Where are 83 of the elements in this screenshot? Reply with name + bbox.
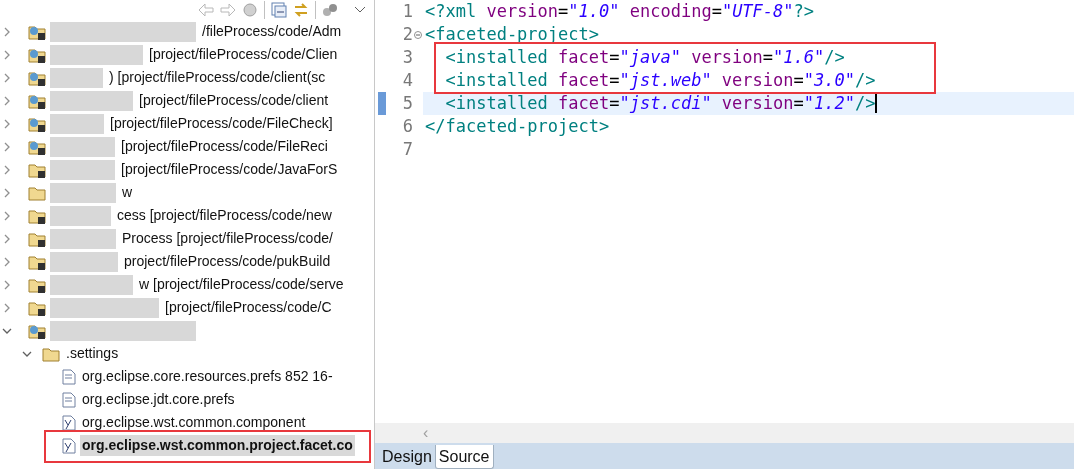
code-line: <installed facet="jst.cdi" version="1.2"/> <box>444 91 876 115</box>
project-folder-icon <box>28 322 46 339</box>
tree-item-label[interactable]: ) [project/fileProcess/code/client(sc <box>107 67 328 88</box>
tree-item-label[interactable]: [project/fileProcess/code/JavaForS <box>119 159 340 180</box>
fold-toggle-icon[interactable] <box>414 30 422 39</box>
back-arrow-icon[interactable] <box>198 3 214 17</box>
project-folder-icon <box>28 69 46 86</box>
collapsed-chevron-icon[interactable] <box>3 141 11 152</box>
project-folder-icon <box>28 92 46 109</box>
xml-file-icon <box>62 414 76 431</box>
code-line: <installed facet="jst.web" version="3.0"/> <box>444 68 876 92</box>
line-number: 3 <box>401 45 413 69</box>
collapsed-chevron-icon[interactable] <box>3 187 11 198</box>
line-number: 4 <box>401 68 413 92</box>
tree-item-label[interactable]: cess [project/fileProcess/code/new <box>115 205 334 226</box>
circles-icon[interactable] <box>322 2 338 18</box>
collapse-all-icon[interactable] <box>271 2 287 18</box>
collapsed-chevron-icon[interactable] <box>3 72 11 83</box>
code-line: <faceted-project> <box>425 22 599 46</box>
collapsed-chevron-icon[interactable] <box>3 256 11 267</box>
tree-item-label[interactable]: .settings <box>64 343 121 364</box>
editor-tab[interactable]: Source <box>434 445 494 469</box>
project-folder-icon <box>28 230 46 247</box>
tree-item-label[interactable]: org.eclipse.wst.common.project.facet.co <box>80 435 355 456</box>
forward-arrow-icon[interactable] <box>220 3 236 17</box>
collapsed-chevron-icon[interactable] <box>3 49 11 60</box>
redacted-area <box>50 205 111 226</box>
tree-item-label[interactable]: [project/fileProcess/code/Clien <box>147 44 340 65</box>
project-folder-icon <box>28 138 46 155</box>
redacted-area <box>50 113 104 134</box>
text-cursor <box>875 94 878 113</box>
code-line: <?xml version="1.0" encoding="UTF-8"?> <box>425 0 815 23</box>
project-folder-icon <box>28 276 46 293</box>
project-folder-icon <box>28 161 46 178</box>
project-folder-icon <box>28 23 46 40</box>
redacted-area <box>50 182 116 203</box>
project-folder-icon <box>28 207 46 224</box>
tree-item-label[interactable]: [project/fileProcess/code/FileReci <box>119 136 330 157</box>
collapsed-chevron-icon[interactable] <box>3 210 11 221</box>
tree-item-label[interactable]: [project/fileProcess/code/client <box>137 90 331 111</box>
tree-item-label[interactable]: org.eclipse.core.resources.prefs 852 16- <box>80 366 335 387</box>
editor-tab[interactable]: Design <box>379 445 435 469</box>
file-icon <box>62 368 76 385</box>
line-number: 5 <box>401 91 413 115</box>
redacted-area <box>50 67 103 88</box>
project-folder-icon <box>28 115 46 132</box>
tree-item-label[interactable]: org.eclipse.wst.common.component <box>80 412 308 433</box>
redacted-area <box>50 159 115 180</box>
collapsed-chevron-icon[interactable] <box>3 233 11 244</box>
tree-item-label[interactable]: [project/fileProcess/code/FileCheck] <box>108 113 335 134</box>
folder-icon <box>42 345 60 362</box>
line-number: 6 <box>401 114 413 138</box>
project-folder-icon <box>28 253 46 270</box>
tree-item-label[interactable]: project/fileProcess/code/pukBuild <box>122 251 333 272</box>
redacted-area <box>50 228 116 249</box>
line-number: 1 <box>401 0 413 23</box>
tree-item-label[interactable]: /fileProcess/code/Adm <box>200 21 344 42</box>
project-folder-icon <box>28 46 46 63</box>
code-line: </faceted-project> <box>425 114 610 138</box>
expanded-chevron-icon[interactable] <box>22 349 32 358</box>
tree-item-label[interactable]: w <box>120 182 135 203</box>
collapsed-chevron-icon[interactable] <box>3 302 11 313</box>
tree-item-label[interactable]: [project/fileProcess/code/C <box>163 297 334 318</box>
code-line: <installed facet="java" version="1.6"/> <box>444 45 845 69</box>
tree-item-label[interactable]: org.eclipse.jdt.core.prefs <box>80 389 237 410</box>
redacted-area <box>50 251 118 272</box>
tree-item-label[interactable]: Process [project/fileProcess/code/ <box>120 228 335 249</box>
link-arrows-icon[interactable] <box>293 2 309 18</box>
collapsed-chevron-icon[interactable] <box>3 118 11 129</box>
line-number: 2 <box>401 22 413 46</box>
collapsed-chevron-icon[interactable] <box>3 164 11 175</box>
redacted-area <box>50 136 115 157</box>
xml-file-icon <box>62 437 76 454</box>
expanded-chevron-icon[interactable] <box>2 326 12 335</box>
file-icon <box>62 391 76 408</box>
dropdown-caret-icon[interactable] <box>354 6 366 14</box>
line-number: 7 <box>401 137 413 161</box>
tree-item-label[interactable]: w [project/fileProcess/code/serve <box>137 274 346 295</box>
folder-icon <box>28 184 46 201</box>
project-folder-icon <box>28 299 46 316</box>
collapsed-chevron-icon[interactable] <box>3 95 11 106</box>
collapsed-chevron-icon[interactable] <box>3 26 11 37</box>
collapsed-chevron-icon[interactable] <box>3 279 11 290</box>
